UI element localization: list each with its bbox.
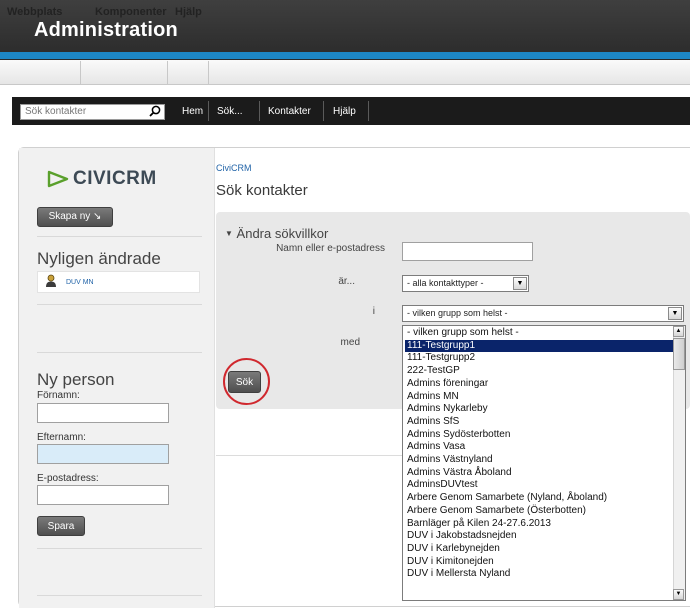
person-icon — [46, 274, 56, 287]
scroll-down-icon[interactable]: ▼ — [673, 589, 684, 600]
chevron-down-icon[interactable]: ▼ — [668, 307, 682, 320]
sidebar-divider-line — [37, 352, 202, 353]
group-option[interactable]: Admins Sydösterbotten — [405, 429, 673, 441]
menu-komponenter[interactable]: Komponenter — [95, 6, 167, 18]
group-option[interactable]: - vilken grupp som helst - — [405, 327, 673, 339]
nav-sok[interactable]: Sök... — [217, 106, 243, 117]
menu-webbplats[interactable]: Webbplats — [7, 6, 62, 18]
results-divider — [216, 455, 406, 456]
caret-down-icon: ▼ — [225, 229, 233, 238]
admin-accent-stripe — [0, 52, 690, 59]
name-or-email-input[interactable] — [402, 242, 533, 261]
group-label: i — [372, 306, 375, 317]
admin-menu-bar — [0, 60, 690, 85]
group-select[interactable]: - vilken grupp som helst - — [402, 305, 684, 322]
breadcrumb[interactable]: CiviCRM — [216, 163, 252, 173]
highlight-annotation — [223, 358, 270, 405]
group-option[interactable]: Admins Västra Åboland — [405, 467, 673, 479]
group-option[interactable]: Barnläger på Kilen 24-27.6.2013 — [405, 518, 673, 530]
page-title: Sök kontakter — [216, 182, 308, 199]
criteria-toggle-label: Ändra sökvillkor — [236, 226, 329, 241]
group-option[interactable]: DUV i Jakobstadsnejden — [405, 530, 673, 542]
group-option[interactable]: Admins Nykarleby — [405, 403, 673, 415]
menu-hjalp[interactable]: Hjälp — [175, 6, 202, 18]
group-option[interactable]: Admins Vasa — [405, 441, 673, 453]
first-name-field[interactable] — [37, 403, 169, 423]
nav-divider — [208, 101, 209, 121]
last-name-field[interactable] — [37, 444, 169, 464]
save-button[interactable]: Spara — [37, 516, 85, 536]
last-name-label: Efternamn: — [37, 432, 86, 443]
group-option[interactable]: Arbere Genom Samarbete (Österbotten) — [405, 505, 673, 517]
group-option[interactable]: Admins Västnyland — [405, 454, 673, 466]
group-option[interactable]: 111-Testgrupp1 — [405, 339, 673, 352]
group-option[interactable]: Admins SfS — [405, 416, 673, 428]
sidebar-divider-line — [37, 236, 202, 237]
recent-title: Nyligen ändrade — [37, 249, 161, 268]
recent-list — [37, 271, 200, 293]
contact-type-select[interactable]: - alla kontakttyper - — [402, 275, 529, 292]
group-option[interactable]: Admins MN — [405, 391, 673, 403]
name-label: Namn eller e-postadress — [276, 243, 385, 254]
group-option[interactable]: Arbere Genom Samarbete (Nyland, Åboland) — [405, 492, 673, 504]
menu-divider — [167, 61, 168, 84]
criteria-toggle[interactable]: ▼ Ändra sökvillkor — [225, 226, 328, 241]
email-label: E-postadress: — [37, 473, 99, 484]
group-option[interactable]: 111-Testgrupp2 — [405, 352, 673, 364]
menu-divider — [80, 61, 81, 84]
create-new-button[interactable]: Skapa ny ↘ — [37, 207, 113, 227]
group-option[interactable]: 222-TestGP — [405, 365, 673, 377]
quicksearch-input[interactable]: Sök kontakter — [20, 104, 165, 120]
menu-divider — [208, 61, 209, 84]
group-dropdown-list[interactable]: - vilken grupp som helst -111-Testgrupp1… — [402, 325, 686, 601]
chevron-down-icon[interactable]: ▼ — [513, 277, 527, 290]
email-field[interactable] — [37, 485, 169, 505]
scrollbar-thumb[interactable] — [673, 338, 685, 370]
nav-kontakter[interactable]: Kontakter — [268, 106, 311, 117]
sidebar-divider-line — [37, 304, 202, 305]
group-option[interactable]: DUV i Karlebynejden — [405, 543, 673, 555]
nav-divider — [259, 101, 260, 121]
group-option[interactable]: DUV i Kimitonejden — [405, 556, 673, 568]
admin-title: Administration — [34, 19, 178, 41]
nav-divider — [323, 101, 324, 121]
nav-divider — [368, 101, 369, 121]
sidebar-divider-line — [37, 595, 202, 596]
recent-item-duv-mn[interactable]: DUV MN — [66, 279, 94, 286]
group-option[interactable]: Admins föreningar — [405, 378, 673, 390]
group-option[interactable]: DUV i Mellersta Nyland — [405, 568, 673, 580]
sidebar-divider-line — [37, 548, 202, 549]
nav-hjalp[interactable]: Hjälp — [333, 106, 356, 117]
contact-type-value: - alla kontakttyper - — [407, 278, 484, 288]
nav-hem[interactable]: Hem — [182, 106, 203, 117]
new-person-title: Ny person — [37, 370, 115, 389]
with-label: med — [340, 337, 360, 348]
contact-type-label: är... — [338, 276, 355, 287]
group-select-value: - vilken grupp som helst - — [407, 308, 508, 318]
group-option[interactable]: AdminsDUVtest — [405, 479, 673, 491]
scroll-up-icon[interactable]: ▲ — [673, 326, 684, 337]
search-icon[interactable] — [148, 104, 162, 118]
sidebar-divider — [214, 148, 215, 608]
civicrm-logo-icon — [47, 170, 69, 188]
civicrm-logo-text: CIVICRM — [73, 168, 157, 189]
first-name-label: Förnamn: — [37, 390, 80, 401]
